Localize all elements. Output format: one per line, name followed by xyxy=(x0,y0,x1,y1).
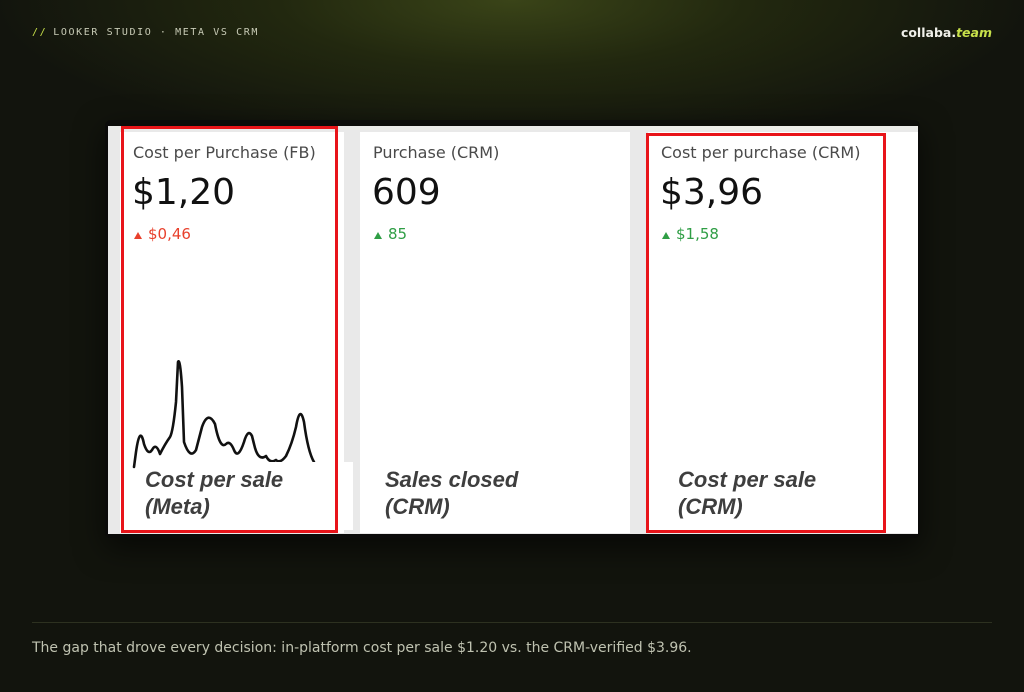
highlight-box-crm xyxy=(646,133,886,533)
breadcrumb: // LOOKER STUDIO · META VS CRM xyxy=(32,27,259,38)
scorecard-title: Purchase (CRM) xyxy=(373,143,500,162)
breadcrumb-text: LOOKER STUDIO · META VS CRM xyxy=(53,26,260,38)
arrow-up-icon xyxy=(374,231,382,239)
scorecard-delta-value: 85 xyxy=(388,225,408,243)
breadcrumb-prefix: // xyxy=(32,26,48,38)
scorecard-value: 609 xyxy=(372,172,441,213)
dashboard-screenshot: Cost per Purchase (FB) $1,20 $0,46 Cost … xyxy=(105,120,920,538)
scorecard-delta: 85 xyxy=(374,225,407,243)
scorecard-purchase-crm[interactable]: Purchase (CRM) 609 85 Sales closed (CRM) xyxy=(360,132,630,533)
scorecard-caption: Sales closed (CRM) xyxy=(377,462,593,530)
footer-caption: The gap that drove every decision: in-pl… xyxy=(32,640,692,656)
dashboard-canvas: Cost per Purchase (FB) $1,20 $0,46 Cost … xyxy=(108,126,918,534)
highlight-box-meta xyxy=(121,126,338,533)
footer-divider xyxy=(32,622,992,623)
caption-line-2: (CRM) xyxy=(385,494,450,519)
brand-logo[interactable]: collaba.team xyxy=(901,25,992,40)
brand-name: collaba. xyxy=(900,24,957,40)
brand-accent: team xyxy=(956,24,992,40)
caption-line-1: Sales closed xyxy=(385,467,519,492)
top-bar: // LOOKER STUDIO · META VS CRM collaba.te… xyxy=(32,22,992,42)
